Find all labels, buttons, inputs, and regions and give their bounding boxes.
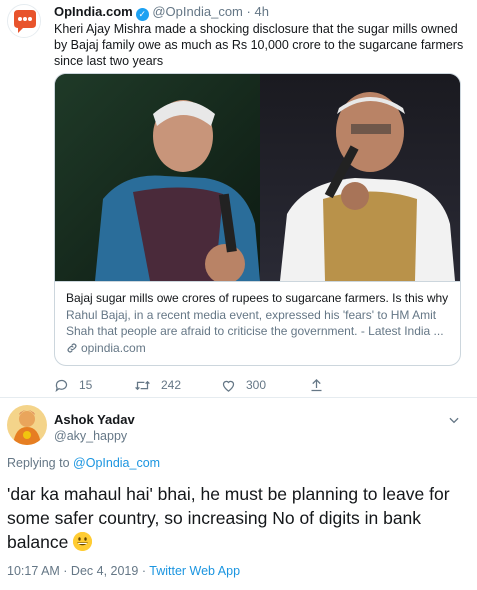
tweet-meta: 10:17 AM · Dec 4, 2019 · Twitter Web App — [7, 564, 240, 578]
reply-button[interactable]: 15 — [54, 378, 134, 393]
verified-badge-icon: ✓ — [135, 8, 149, 21]
reply-icon — [55, 379, 68, 392]
reply-timestamp[interactable]: 10:17 AM · Dec 4, 2019 — [7, 564, 138, 578]
meta-separator: · — [141, 564, 146, 578]
retweet-count: 242 — [161, 378, 182, 392]
ashok-yadav-avatar[interactable] — [7, 405, 47, 445]
like-button[interactable]: 300 — [221, 378, 309, 393]
share-button[interactable] — [309, 378, 334, 393]
opindia-avatar[interactable] — [7, 4, 41, 38]
author-handle[interactable]: @OpIndia_com — [152, 4, 243, 19]
retweet-icon — [135, 380, 150, 390]
opindia-logo-icon — [8, 5, 40, 37]
heart-icon — [222, 380, 235, 392]
like-count: 300 — [246, 378, 267, 392]
source-link[interactable]: Twitter Web App — [149, 564, 240, 578]
replying-to: Replying to @OpIndia_com — [7, 456, 160, 470]
news-photo — [55, 74, 460, 284]
card-description: Rahul Bajaj, in a recent media event, ex… — [66, 308, 444, 338]
grinning-face-icon — [73, 532, 93, 551]
card-domain: opindia.com — [66, 340, 449, 356]
link-icon — [67, 343, 77, 353]
card-body: Bajaj sugar mills owe crores of rupees t… — [55, 281, 460, 365]
chevron-down-icon[interactable] — [447, 413, 461, 427]
tweet-text: Kheri Ajay Mishra made a shocking disclo… — [54, 22, 464, 68]
tweet-header: OpIndia.com ✓ @OpIndia_com · 4h — [54, 4, 269, 21]
author-name[interactable]: OpIndia.com — [54, 4, 133, 19]
reply-tweet: Ashok Yadav @aky_happy Replying to @OpIn… — [0, 398, 477, 590]
reply-author-name[interactable]: Ashok Yadav — [54, 412, 135, 427]
tweet-actions: 15 242 300 — [54, 376, 434, 394]
separator-dot: · — [246, 4, 251, 19]
card-title: Bajaj sugar mills owe crores of rupees t… — [66, 291, 449, 305]
replying-to-prefix: Replying to — [7, 456, 70, 470]
avatar-image — [7, 405, 47, 445]
share-icon — [311, 378, 322, 391]
card-image — [55, 74, 460, 284]
quoted-tweet: OpIndia.com ✓ @OpIndia_com · 4h Kheri Aja… — [0, 0, 477, 397]
retweet-button[interactable]: 242 — [134, 378, 221, 393]
replying-to-handle[interactable]: @OpIndia_com — [73, 456, 160, 470]
reply-text: 'dar ka mahaul hai' bhai, he must be pla… — [7, 482, 467, 554]
link-card[interactable]: Bajaj sugar mills owe crores of rupees t… — [54, 73, 461, 366]
reply-author-handle[interactable]: @aky_happy — [54, 429, 127, 443]
tweet-timestamp[interactable]: 4h — [254, 4, 268, 19]
card-domain-text: opindia.com — [81, 341, 146, 355]
reply-count: 15 — [79, 378, 93, 392]
